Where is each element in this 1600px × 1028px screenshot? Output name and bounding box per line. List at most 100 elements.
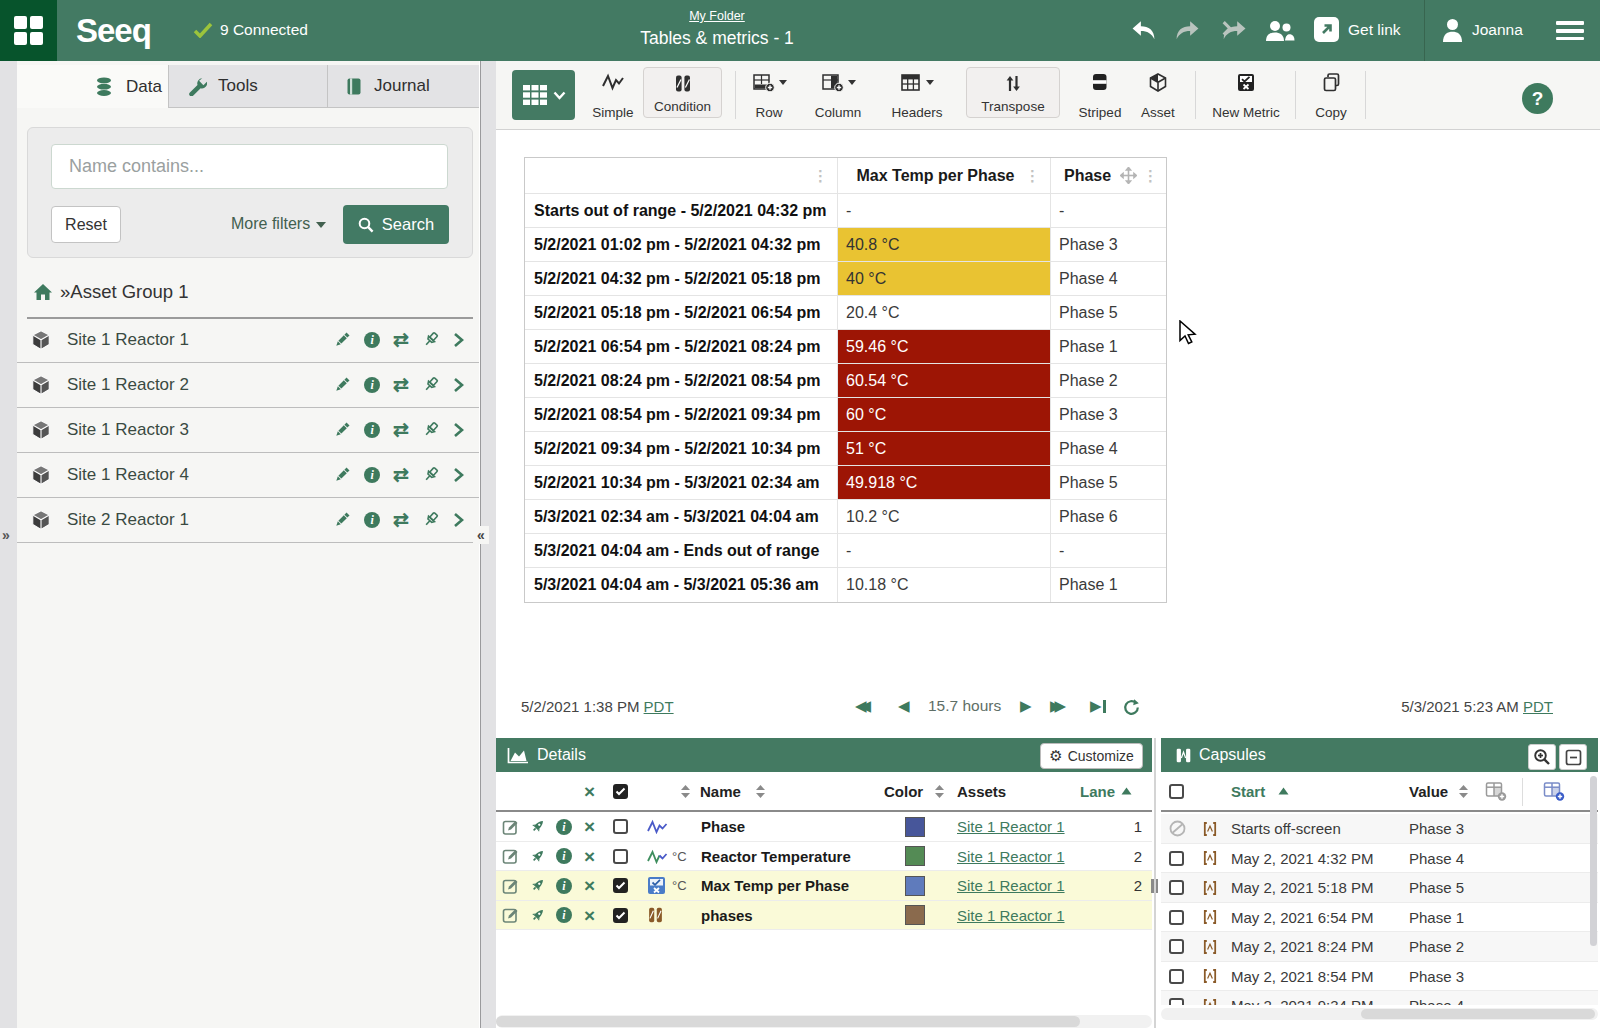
asset-list-item[interactable]: Site 1 Reactor 4 i ⇄: [17, 453, 479, 498]
asset-list-item[interactable]: Site 1 Reactor 1 i ⇄: [17, 318, 479, 363]
swap-icon[interactable]: ⇄: [393, 467, 409, 483]
trend-item-icon[interactable]: [529, 871, 546, 901]
pin-icon[interactable]: [422, 466, 439, 484]
tab-journal[interactable]: Journal: [328, 65, 479, 108]
name-contains-input[interactable]: [51, 144, 448, 189]
capsule-row[interactable]: May 2, 2021 9:34 PM Phase 4: [1161, 991, 1598, 1005]
value-sort-icon[interactable]: [1458, 772, 1469, 810]
capsules-vertical-scrollbar[interactable]: [1590, 776, 1597, 1004]
table-header-max-temp[interactable]: Max Temp per Phase⋮: [838, 158, 1051, 194]
chevron-right-icon[interactable]: [452, 332, 464, 348]
tab-data[interactable]: Data: [17, 65, 169, 108]
forward-button[interactable]: [1215, 17, 1249, 48]
details-horizontal-scrollbar[interactable]: [496, 1015, 1152, 1028]
details-row[interactable]: i × phases Site 1 Reactor 1: [496, 901, 1152, 931]
capsule-checkbox[interactable]: [1169, 991, 1184, 1005]
pin-icon[interactable]: [422, 376, 439, 394]
refresh-icon[interactable]: [1123, 699, 1140, 716]
details-row[interactable]: i × °C Reactor Temperature Site 1 Reacto…: [496, 842, 1152, 872]
breadcrumb-my-folder[interactable]: My Folder: [689, 9, 745, 23]
pin-icon[interactable]: [422, 511, 439, 529]
name-sort-icon[interactable]: [680, 772, 691, 810]
add-column-blue-icon[interactable]: [1543, 772, 1566, 810]
info-icon[interactable]: i: [364, 512, 380, 528]
asset-list-item[interactable]: Site 1 Reactor 3 i ⇄: [17, 408, 479, 453]
edit-item-icon[interactable]: [502, 842, 520, 872]
trend-item-icon[interactable]: [529, 901, 546, 931]
details-col-name[interactable]: Name: [700, 772, 741, 810]
pin-icon[interactable]: [422, 331, 439, 349]
capsule-checkbox[interactable]: [1169, 903, 1184, 933]
name-sort-icon-2[interactable]: [755, 772, 766, 810]
panel-splitter-handle[interactable]: [1151, 879, 1160, 893]
capsule-checkbox[interactable]: [1169, 844, 1184, 874]
remove-item-icon[interactable]: ×: [584, 901, 595, 931]
toolbar-transpose-button[interactable]: Transpose: [966, 67, 1060, 118]
customize-button[interactable]: ⚙Customize: [1040, 743, 1143, 769]
undo-button[interactable]: [1129, 17, 1159, 48]
capsule-row[interactable]: May 2, 2021 6:54 PM Phase 1: [1161, 903, 1598, 933]
chevron-right-icon[interactable]: [452, 377, 464, 393]
step-forward-large-button[interactable]: ▶▶: [1050, 696, 1066, 716]
item-info-icon[interactable]: i: [556, 901, 572, 931]
connection-status[interactable]: 9 Connected: [193, 21, 308, 39]
item-checkbox[interactable]: [613, 842, 628, 872]
details-row[interactable]: i × °C Max Temp per Phase Site 1 Reactor…: [496, 871, 1152, 901]
capsule-checkbox[interactable]: [1169, 873, 1184, 903]
capsule-checkbox[interactable]: [1169, 932, 1184, 962]
item-color-swatch[interactable]: [905, 812, 925, 842]
app-grid-button[interactable]: [0, 0, 57, 61]
item-checkbox[interactable]: [613, 871, 628, 901]
expand-left-rail-chevron[interactable]: »: [2, 527, 10, 543]
redo-button[interactable]: [1172, 17, 1202, 48]
collapse-panel-button[interactable]: [1559, 744, 1587, 770]
select-all-checkbox[interactable]: [613, 772, 628, 810]
item-checkbox[interactable]: [613, 901, 628, 931]
toolbar-asset-button[interactable]: Asset: [1113, 67, 1203, 123]
toolbar-condition-button[interactable]: Condition: [643, 67, 722, 118]
hamburger-menu-button[interactable]: [1556, 21, 1584, 40]
step-back-button[interactable]: ◀: [898, 696, 910, 716]
item-checkbox[interactable]: [613, 812, 628, 842]
capsules-col-value[interactable]: Value: [1409, 772, 1448, 810]
column-menu-icon[interactable]: ⋮: [1143, 171, 1158, 181]
asset-list-item[interactable]: Site 2 Reactor 1 i ⇄: [17, 498, 479, 543]
search-button[interactable]: Search: [343, 205, 449, 244]
toolbar-headers-button[interactable]: Headers: [872, 67, 962, 123]
details-row[interactable]: i × Phase Site 1 Reactor 1 1: [496, 812, 1152, 842]
step-forward-button[interactable]: ▶: [1020, 696, 1032, 716]
asset-group-breadcrumb[interactable]: »Asset Group 1: [33, 281, 189, 303]
remove-item-icon[interactable]: ×: [584, 871, 595, 901]
capsule-row[interactable]: May 2, 2021 8:24 PM Phase 2: [1161, 932, 1598, 962]
capsules-select-all-checkbox[interactable]: [1169, 772, 1184, 810]
step-back-large-button[interactable]: ◀◀: [855, 696, 871, 716]
edit-item-icon[interactable]: [502, 812, 520, 842]
color-sort-icon[interactable]: [934, 772, 945, 810]
edit-pencil-icon[interactable]: [333, 376, 351, 394]
swap-icon[interactable]: ⇄: [393, 377, 409, 393]
edit-item-icon[interactable]: [502, 871, 520, 901]
item-color-swatch[interactable]: [905, 842, 925, 872]
chevron-right-icon[interactable]: [452, 512, 464, 528]
more-filters-button[interactable]: More filters: [231, 215, 326, 233]
item-asset-link[interactable]: Site 1 Reactor 1: [957, 842, 1065, 872]
remove-item-icon[interactable]: ×: [584, 812, 595, 842]
item-asset-link[interactable]: Site 1 Reactor 1: [957, 901, 1065, 931]
capsules-col-start[interactable]: Start: [1231, 772, 1265, 810]
range-end-timezone-link[interactable]: PDT: [1523, 698, 1553, 715]
edit-pencil-icon[interactable]: [333, 421, 351, 439]
details-col-color[interactable]: Color: [884, 772, 923, 810]
start-sort-icon[interactable]: [1278, 772, 1289, 810]
item-asset-link[interactable]: Site 1 Reactor 1: [957, 871, 1065, 901]
toolbar-new-metric-button[interactable]: New Metric: [1201, 67, 1291, 123]
item-color-swatch[interactable]: [905, 901, 925, 931]
column-menu-icon[interactable]: ⋮: [1025, 171, 1040, 181]
capsule-checkbox[interactable]: [1169, 962, 1184, 992]
toolbar-copy-button[interactable]: Copy: [1286, 67, 1376, 123]
tab-tools[interactable]: Tools: [169, 65, 328, 108]
get-link-button[interactable]: Get link: [1313, 16, 1401, 43]
trend-item-icon[interactable]: [529, 812, 546, 842]
column-menu-icon[interactable]: ⋮: [813, 171, 828, 181]
reset-button[interactable]: Reset: [51, 206, 121, 243]
item-info-icon[interactable]: i: [556, 812, 572, 842]
